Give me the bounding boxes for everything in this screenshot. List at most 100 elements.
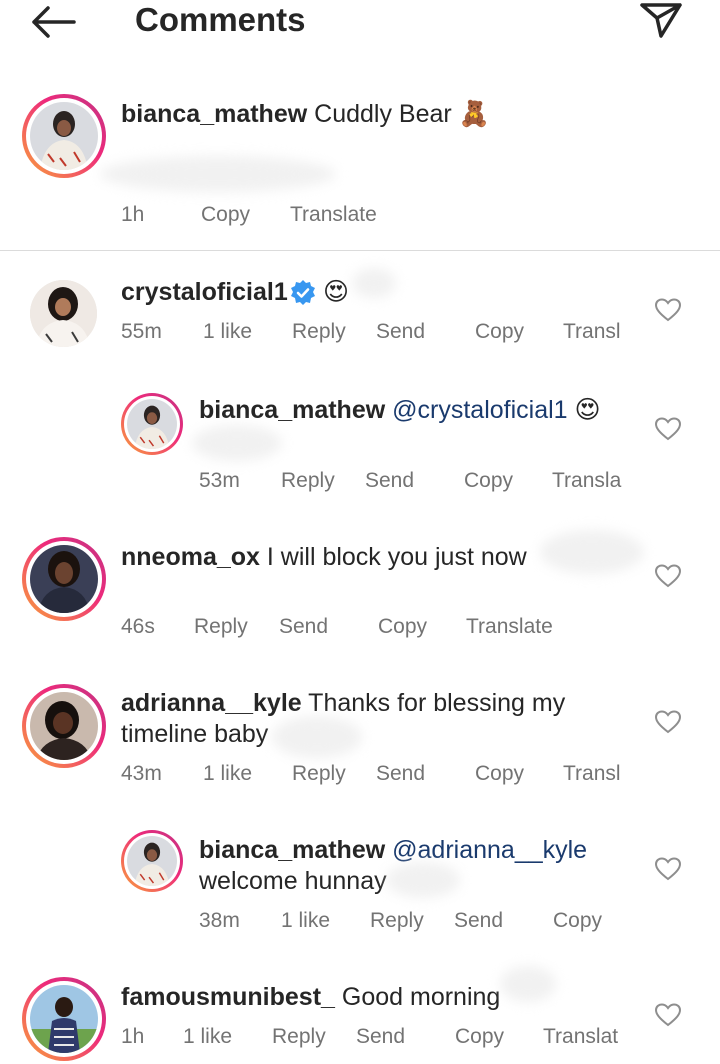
comment-username[interactable]: famousmunibest_ (121, 983, 335, 1011)
comment-username[interactable]: nneoma_ox (121, 543, 260, 571)
blurred-region (192, 425, 282, 461)
copy-button[interactable]: Copy (201, 202, 250, 228)
comment-username[interactable]: bianca_mathew (199, 836, 385, 864)
comment-text: bianca_mathew @crystaloficial1 😍 (199, 395, 601, 425)
mention-link[interactable]: @crystaloficial1 (392, 396, 567, 424)
copy-button[interactable]: Copy (455, 1024, 504, 1050)
comment-body: I will block you just now (266, 543, 527, 571)
comment-meta: 1h Copy Translate (121, 202, 451, 228)
comment-text: nneoma_ox I will block you just now (121, 542, 527, 572)
translate-button[interactable]: Transl (563, 319, 621, 345)
timestamp: 43m (121, 762, 162, 785)
blurred-region (540, 530, 644, 574)
heart-icon[interactable] (654, 857, 682, 881)
timestamp: 1h (121, 1025, 145, 1048)
avatar[interactable] (121, 830, 183, 892)
profile-photo (127, 399, 177, 449)
avatar[interactable] (22, 537, 106, 621)
timestamp: 55m (121, 320, 162, 343)
comment-body: Cuddly Bear (314, 100, 452, 128)
heart-icon[interactable] (654, 298, 682, 322)
reply-button[interactable]: Reply (292, 319, 346, 345)
reply-button[interactable]: Reply (194, 614, 248, 640)
reply-button[interactable]: Reply (281, 468, 335, 494)
header: Comments (0, 0, 720, 48)
mention-link[interactable]: @adrianna__kyle (392, 836, 587, 864)
reply-button[interactable]: Reply (272, 1024, 326, 1050)
comment-meta: 46s Reply Send Copy Translate (121, 614, 571, 640)
comment-text: famousmunibest_ Good morning (121, 982, 500, 1012)
blurred-region (352, 268, 396, 298)
avatar[interactable] (22, 977, 106, 1061)
profile-photo (30, 280, 97, 347)
avatar[interactable] (22, 684, 106, 768)
avatar[interactable] (22, 94, 106, 178)
copy-button[interactable]: Copy (553, 908, 602, 934)
copy-button[interactable]: Copy (475, 761, 524, 787)
send-button[interactable]: Send (365, 468, 414, 494)
profile-photo (30, 545, 98, 613)
comment-text: bianca_mathew @adrianna__kyle (199, 835, 587, 865)
copy-button[interactable]: Copy (378, 614, 427, 640)
comment-text: bianca_mathew Cuddly Bear 🧸 (121, 99, 490, 129)
profile-photo (30, 102, 98, 170)
comment-meta: 53m Reply Send Copy Transla (199, 468, 629, 494)
comment-username[interactable]: bianca_mathew (199, 396, 385, 424)
comment-meta: 43m 1 like Reply Send Copy Transl (121, 761, 631, 787)
blurred-region (500, 966, 556, 1002)
send-button[interactable]: Send (376, 319, 425, 345)
send-button[interactable]: Send (279, 614, 328, 640)
blurred-region (272, 716, 362, 758)
timestamp: 46s (121, 615, 155, 638)
send-button[interactable]: Send (376, 761, 425, 787)
heart-eyes-emoji: 😍 (323, 278, 350, 306)
copy-button[interactable]: Copy (464, 468, 513, 494)
translate-button[interactable]: Translat (543, 1024, 618, 1050)
page-title: Comments (135, 1, 306, 38)
divider (0, 250, 720, 251)
likes-count[interactable]: 1 like (203, 761, 252, 787)
teddy-bear-emoji: 🧸 (458, 100, 490, 128)
comment-body: Good morning (341, 983, 501, 1011)
comment-text: adrianna__kyle Thanks for blessing my (121, 688, 565, 718)
comment-body-line2: welcome hunnay (199, 867, 387, 895)
comment-username[interactable]: adrianna__kyle (121, 689, 302, 717)
send-button[interactable]: Send (454, 908, 503, 934)
comment-username[interactable]: bianca_mathew (121, 100, 307, 128)
comment-text: crystaloficial1 (121, 277, 288, 307)
heart-eyes-emoji: 😍 (574, 396, 601, 424)
comment-meta: 38m 1 like Reply Send Copy (199, 908, 629, 934)
heart-icon[interactable] (654, 1003, 682, 1027)
send-button[interactable]: Send (356, 1024, 405, 1050)
timestamp: 53m (199, 469, 240, 492)
likes-count[interactable]: 1 like (203, 319, 252, 345)
arrow-left-icon[interactable] (28, 4, 78, 40)
comment-body-line2: timeline baby (121, 720, 269, 748)
likes-count[interactable]: 1 like (183, 1024, 232, 1050)
profile-photo (30, 985, 98, 1053)
timestamp: 38m (199, 909, 240, 932)
blurred-region (100, 156, 336, 192)
reply-button[interactable]: Reply (370, 908, 424, 934)
heart-icon[interactable] (654, 564, 682, 588)
likes-count[interactable]: 1 like (281, 908, 330, 934)
timestamp: 1h (121, 203, 145, 226)
reply-button[interactable]: Reply (292, 761, 346, 787)
comment-meta: 55m 1 like Reply Send Copy Transl (121, 319, 631, 345)
profile-photo (127, 836, 177, 886)
translate-button[interactable]: Transla (552, 468, 621, 494)
paper-plane-icon[interactable] (638, 0, 684, 40)
comment-body: Thanks for blessing my (308, 689, 566, 717)
blurred-region (386, 862, 460, 898)
translate-button[interactable]: Translate (466, 614, 553, 640)
translate-button[interactable]: Transl (563, 761, 621, 787)
copy-button[interactable]: Copy (475, 319, 524, 345)
avatar[interactable] (30, 280, 97, 347)
profile-photo (30, 692, 98, 760)
heart-icon[interactable] (654, 417, 682, 441)
heart-icon[interactable] (654, 710, 682, 734)
comment-meta: 1h 1 like Reply Send Copy Translat (121, 1024, 631, 1050)
comment-username[interactable]: crystaloficial1 (121, 278, 288, 306)
translate-button[interactable]: Translate (290, 202, 377, 228)
avatar[interactable] (121, 393, 183, 455)
